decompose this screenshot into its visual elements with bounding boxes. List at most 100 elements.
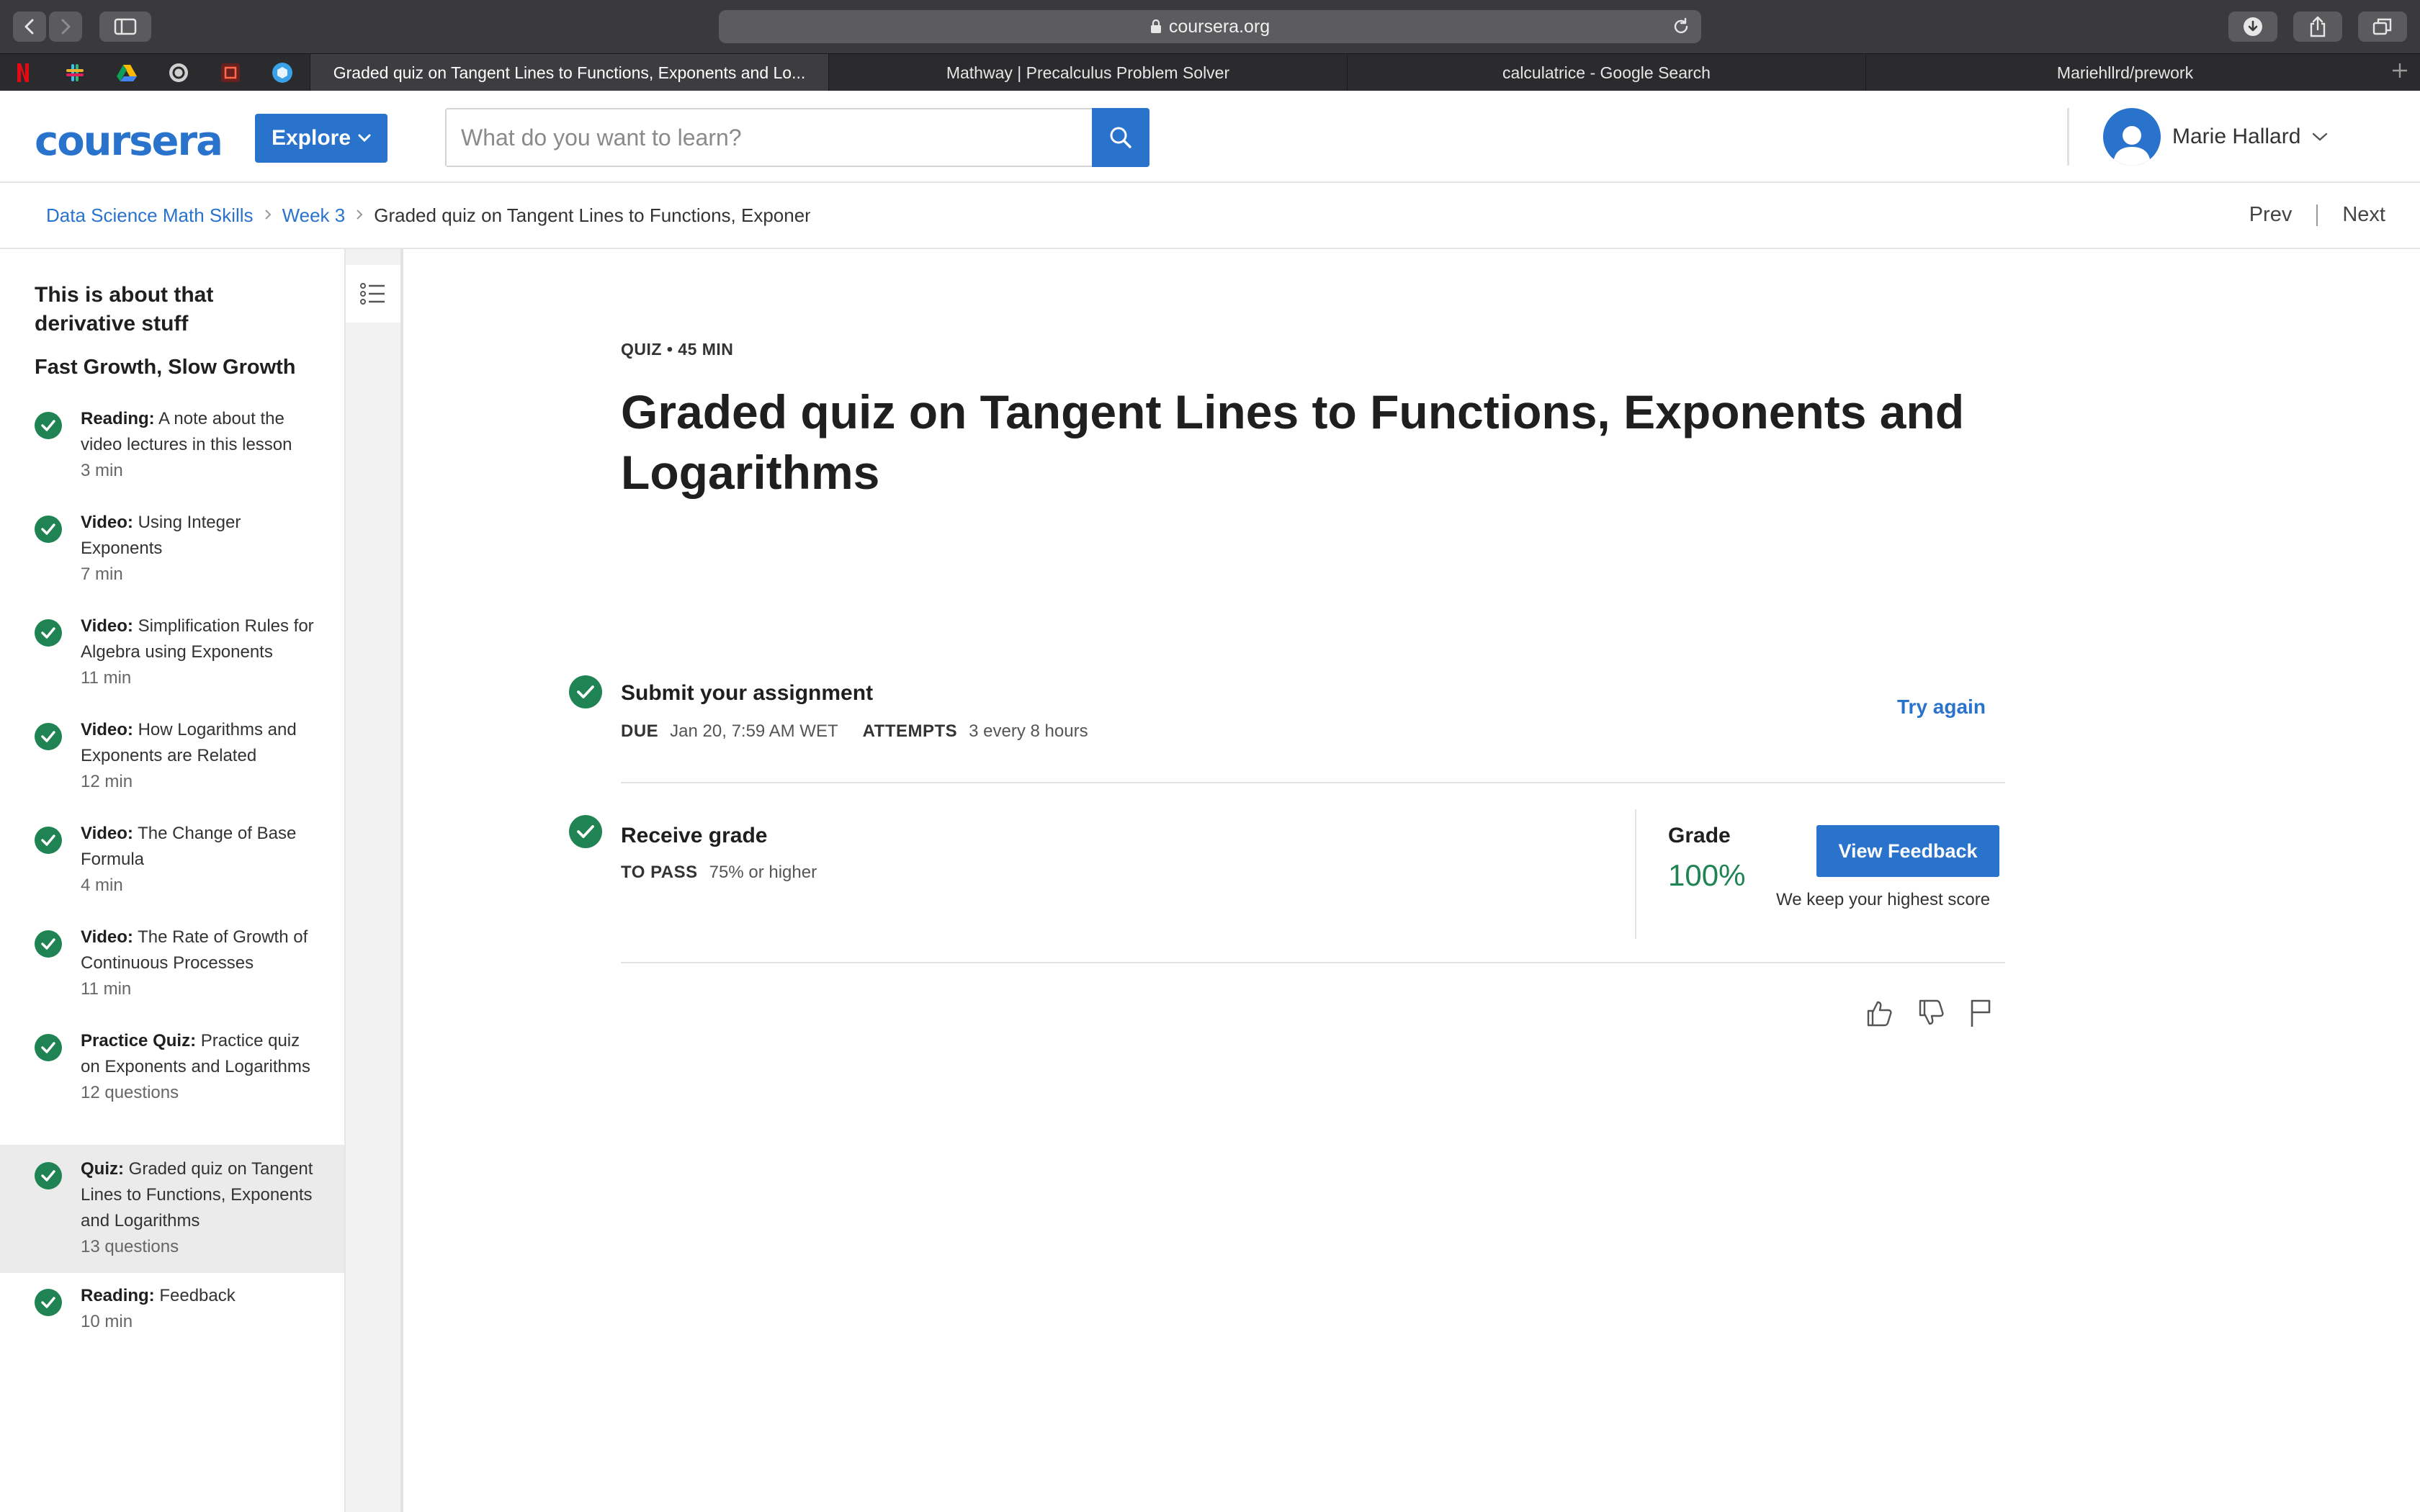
breadcrumb-current: Graded quiz on Tangent Lines to Function…: [374, 204, 811, 226]
sidebar-item-text: Video: The Change of Base Formula 4 min: [81, 821, 318, 899]
user-menu[interactable]: Marie Hallard: [2103, 107, 2328, 167]
address-bar[interactable]: coursera.org: [719, 10, 1701, 43]
tab-mathway[interactable]: Mathway | Precalculus Problem Solver: [828, 54, 1347, 91]
sidebar-item-text: Quiz: Graded quiz on Tangent Lines to Fu…: [81, 1156, 318, 1260]
reaction-bar: [1864, 998, 1994, 1028]
prev-button[interactable]: Prev: [2249, 203, 2293, 227]
tabs-icon: [2372, 18, 2392, 35]
prev-next-nav: Prev Next: [2249, 203, 2385, 227]
list-icon: [360, 283, 385, 305]
sidebar-toggle-button[interactable]: [99, 12, 151, 42]
breadcrumb-week[interactable]: Week 3: [282, 204, 346, 227]
main-content: QUIZ • 45 MIN Graded quiz on Tangent Lin…: [406, 249, 2420, 1512]
sidebar-item-reading-feedback[interactable]: Reading: Feedback 10 min: [0, 1274, 344, 1354]
sidebar-item-graded-quiz[interactable]: Quiz: Graded quiz on Tangent Lines to Fu…: [0, 1145, 344, 1273]
check-circle-icon: [35, 930, 62, 958]
check-circle-icon: [35, 412, 62, 439]
plus-icon: [2393, 63, 2407, 78]
back-button[interactable]: [13, 12, 46, 42]
check-circle-icon: [569, 675, 602, 708]
pinned-tab-5[interactable]: [218, 60, 243, 86]
chevron-down-icon: [2313, 132, 2328, 141]
item-type: Reading:: [81, 409, 155, 428]
sidebar-item-text: Video: How Logarithms and Exponents are …: [81, 717, 318, 795]
circle-logo-icon: [169, 63, 188, 82]
slack-pinned-tab[interactable]: [62, 60, 88, 86]
slack-icon: [66, 64, 84, 81]
due-label: DUE: [621, 721, 659, 741]
item-meta: 3 min: [81, 461, 123, 480]
next-button[interactable]: Next: [2342, 203, 2385, 227]
submit-details: DUE Jan 20, 7:59 AM WET ATTEMPTS 3 every…: [621, 721, 1088, 742]
pass-label: TO PASS: [621, 863, 698, 882]
search-bar: [445, 108, 1150, 167]
thumbs-up-icon[interactable]: [1864, 998, 1894, 1028]
share-button[interactable]: [2293, 12, 2342, 42]
breadcrumb-row: Data Science Math Skills Week 3 Graded q…: [0, 183, 2420, 249]
pass-details: TO PASS 75% or higher: [621, 863, 817, 883]
netflix-pinned-tab[interactable]: [10, 60, 36, 86]
sidebar-item-practice-quiz[interactable]: Practice Quiz: Practice quiz on Exponent…: [0, 1020, 344, 1148]
lesson-title: Fast Growth, Slow Growth: [35, 356, 296, 379]
share-icon: [2310, 16, 2326, 37]
grade-divider: [1635, 809, 1636, 939]
sidebar-item-text: Practice Quiz: Practice quiz on Exponent…: [81, 1028, 318, 1106]
toggle-outline-button[interactable]: [346, 265, 400, 323]
tab-overview-button[interactable]: [2358, 12, 2407, 42]
netflix-icon: [17, 63, 29, 82]
tab-label: Graded quiz on Tangent Lines to Function…: [333, 63, 806, 82]
new-tab-button[interactable]: [2387, 60, 2413, 86]
downloads-button[interactable]: [2228, 12, 2277, 42]
tab-label: calculatrice - Google Search: [1502, 63, 1711, 82]
sidebar-item-video-integer-exponents[interactable]: Video: Using Integer Exponents 7 min: [0, 501, 344, 603]
check-circle-icon: [35, 1034, 62, 1061]
item-type: Reading:: [81, 1286, 155, 1305]
google-drive-pinned-tab[interactable]: [114, 60, 140, 86]
sidebar-rail: [346, 249, 403, 1512]
forward-button[interactable]: [49, 12, 82, 42]
thumbs-down-icon[interactable]: [1916, 998, 1946, 1028]
coursera-logo[interactable]: coursera: [35, 118, 223, 165]
try-again-button[interactable]: Try again: [1897, 696, 1986, 719]
chevron-right-icon: [61, 19, 71, 35]
item-type: Video:: [81, 616, 133, 636]
search-button[interactable]: [1092, 108, 1150, 167]
sidebar-item-video-rate-of-growth[interactable]: Video: The Rate of Growth of Continuous …: [0, 916, 344, 1018]
item-meta: 12 min: [81, 772, 133, 791]
pinned-tab-6[interactable]: [269, 60, 295, 86]
url-text: coursera.org: [1168, 16, 1270, 37]
check-circle-icon: [35, 723, 62, 750]
sidebar-item-text: Video: Using Integer Exponents 7 min: [81, 510, 318, 588]
view-feedback-button[interactable]: View Feedback: [1816, 825, 1999, 877]
pinned-tab-4[interactable]: [166, 60, 192, 86]
grade-value: 100%: [1668, 858, 1746, 892]
receive-step-title: Receive grade: [621, 824, 768, 847]
quiz-meta: QUIZ • 45 MIN: [621, 340, 734, 359]
section-divider: [621, 962, 2005, 963]
check-circle-icon: [35, 1289, 62, 1316]
item-meta: 4 min: [81, 876, 123, 895]
sidebar-item-video-change-of-base[interactable]: Video: The Change of Base Formula 4 min: [0, 812, 344, 914]
breadcrumb-course[interactable]: Data Science Math Skills: [46, 204, 254, 227]
flag-icon[interactable]: [1968, 998, 1994, 1028]
search-input[interactable]: [447, 109, 1092, 166]
tab-google-search[interactable]: calculatrice - Google Search: [1347, 54, 1865, 91]
explore-button[interactable]: Explore: [255, 114, 387, 163]
check-circle-icon: [35, 516, 62, 543]
check-circle-icon: [35, 619, 62, 647]
tab-coursera-quiz[interactable]: Graded quiz on Tangent Lines to Function…: [310, 54, 828, 91]
sidebar-item-video-simplification-rules[interactable]: Video: Simplification Rules for Algebra …: [0, 605, 344, 707]
item-type: Video:: [81, 824, 133, 843]
breadcrumb: Data Science Math Skills Week 3 Graded q…: [46, 204, 810, 227]
sidebar-item-reading-note[interactable]: Reading: A note about the video lectures…: [0, 397, 344, 500]
prev-next-divider: [2316, 204, 2318, 226]
sidebar-item-text: Video: The Rate of Growth of Continuous …: [81, 924, 318, 1002]
sidebar-icon: [114, 18, 137, 35]
sidebar-item-video-logarithms-exponents[interactable]: Video: How Logarithms and Exponents are …: [0, 708, 344, 811]
item-type: Video:: [81, 927, 133, 947]
item-meta: 7 min: [81, 564, 123, 584]
reload-icon[interactable]: [1671, 17, 1691, 42]
user-icon: [2113, 126, 2151, 166]
item-meta: 10 min: [81, 1312, 133, 1331]
tab-github-prework[interactable]: Mariehllrd/prework: [1865, 54, 2384, 91]
